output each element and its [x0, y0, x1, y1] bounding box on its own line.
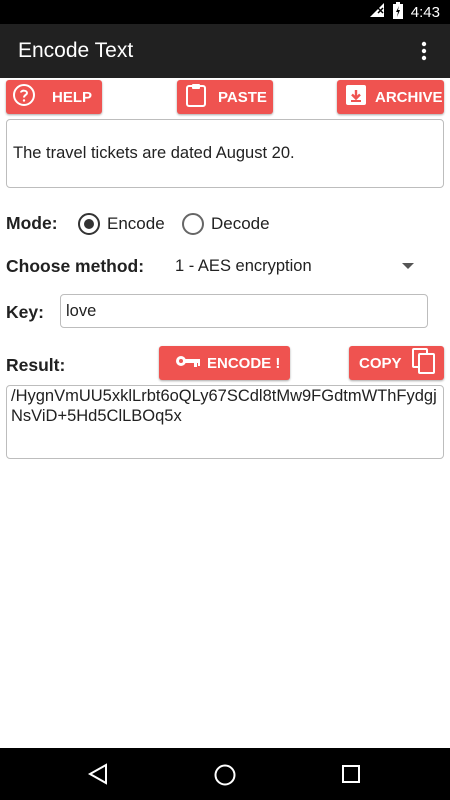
help-button[interactable]: HELP	[6, 80, 102, 114]
app-title: Encode Text	[18, 39, 134, 62]
clipboard-icon	[186, 83, 206, 111]
mode-label: Mode:	[6, 213, 58, 233]
encode-option-label[interactable]: Encode	[107, 214, 165, 234]
encode-button[interactable]: ENCODE !	[159, 346, 290, 380]
result-text-field[interactable]: /HygnVmUU5xklLrbt6oQLy67SCdl8tMw9FGdtmWT…	[6, 385, 444, 459]
archive-button[interactable]: ARCHIVE	[337, 80, 444, 114]
key-icon	[175, 354, 201, 372]
input-text-field[interactable]: The travel tickets are dated August 20.	[6, 119, 444, 188]
more-options-icon[interactable]	[412, 39, 436, 63]
recents-icon[interactable]	[341, 764, 361, 784]
key-label: Key:	[6, 302, 44, 322]
decode-option-label[interactable]: Decode	[211, 214, 270, 234]
copy-icon	[411, 348, 436, 378]
archive-icon	[345, 84, 367, 110]
method-dropdown[interactable]: 1 - AES encryption	[175, 257, 312, 276]
signal-icon	[369, 2, 385, 22]
paste-label: PASTE	[218, 88, 267, 106]
copy-button[interactable]: COPY	[349, 346, 444, 380]
key-input[interactable]: love	[60, 294, 428, 328]
decode-radio[interactable]	[182, 213, 204, 235]
encode-label: ENCODE !	[207, 354, 281, 372]
dropdown-arrow-icon[interactable]	[402, 263, 414, 269]
app-bar: Encode Text	[0, 24, 450, 78]
back-icon[interactable]	[87, 763, 109, 785]
result-label: Result:	[6, 355, 66, 375]
archive-label: ARCHIVE	[375, 88, 443, 106]
home-icon[interactable]	[213, 763, 237, 787]
status-time: 4:43	[410, 3, 440, 21]
paste-button[interactable]: PASTE	[177, 80, 273, 114]
encode-radio[interactable]	[78, 213, 100, 235]
help-label: HELP	[52, 88, 93, 106]
battery-icon	[392, 1, 403, 23]
method-label: Choose method:	[6, 256, 145, 276]
copy-label: COPY	[359, 354, 402, 372]
navigation-bar	[0, 748, 450, 800]
status-bar: 4:43	[0, 0, 450, 24]
help-icon	[12, 83, 36, 111]
